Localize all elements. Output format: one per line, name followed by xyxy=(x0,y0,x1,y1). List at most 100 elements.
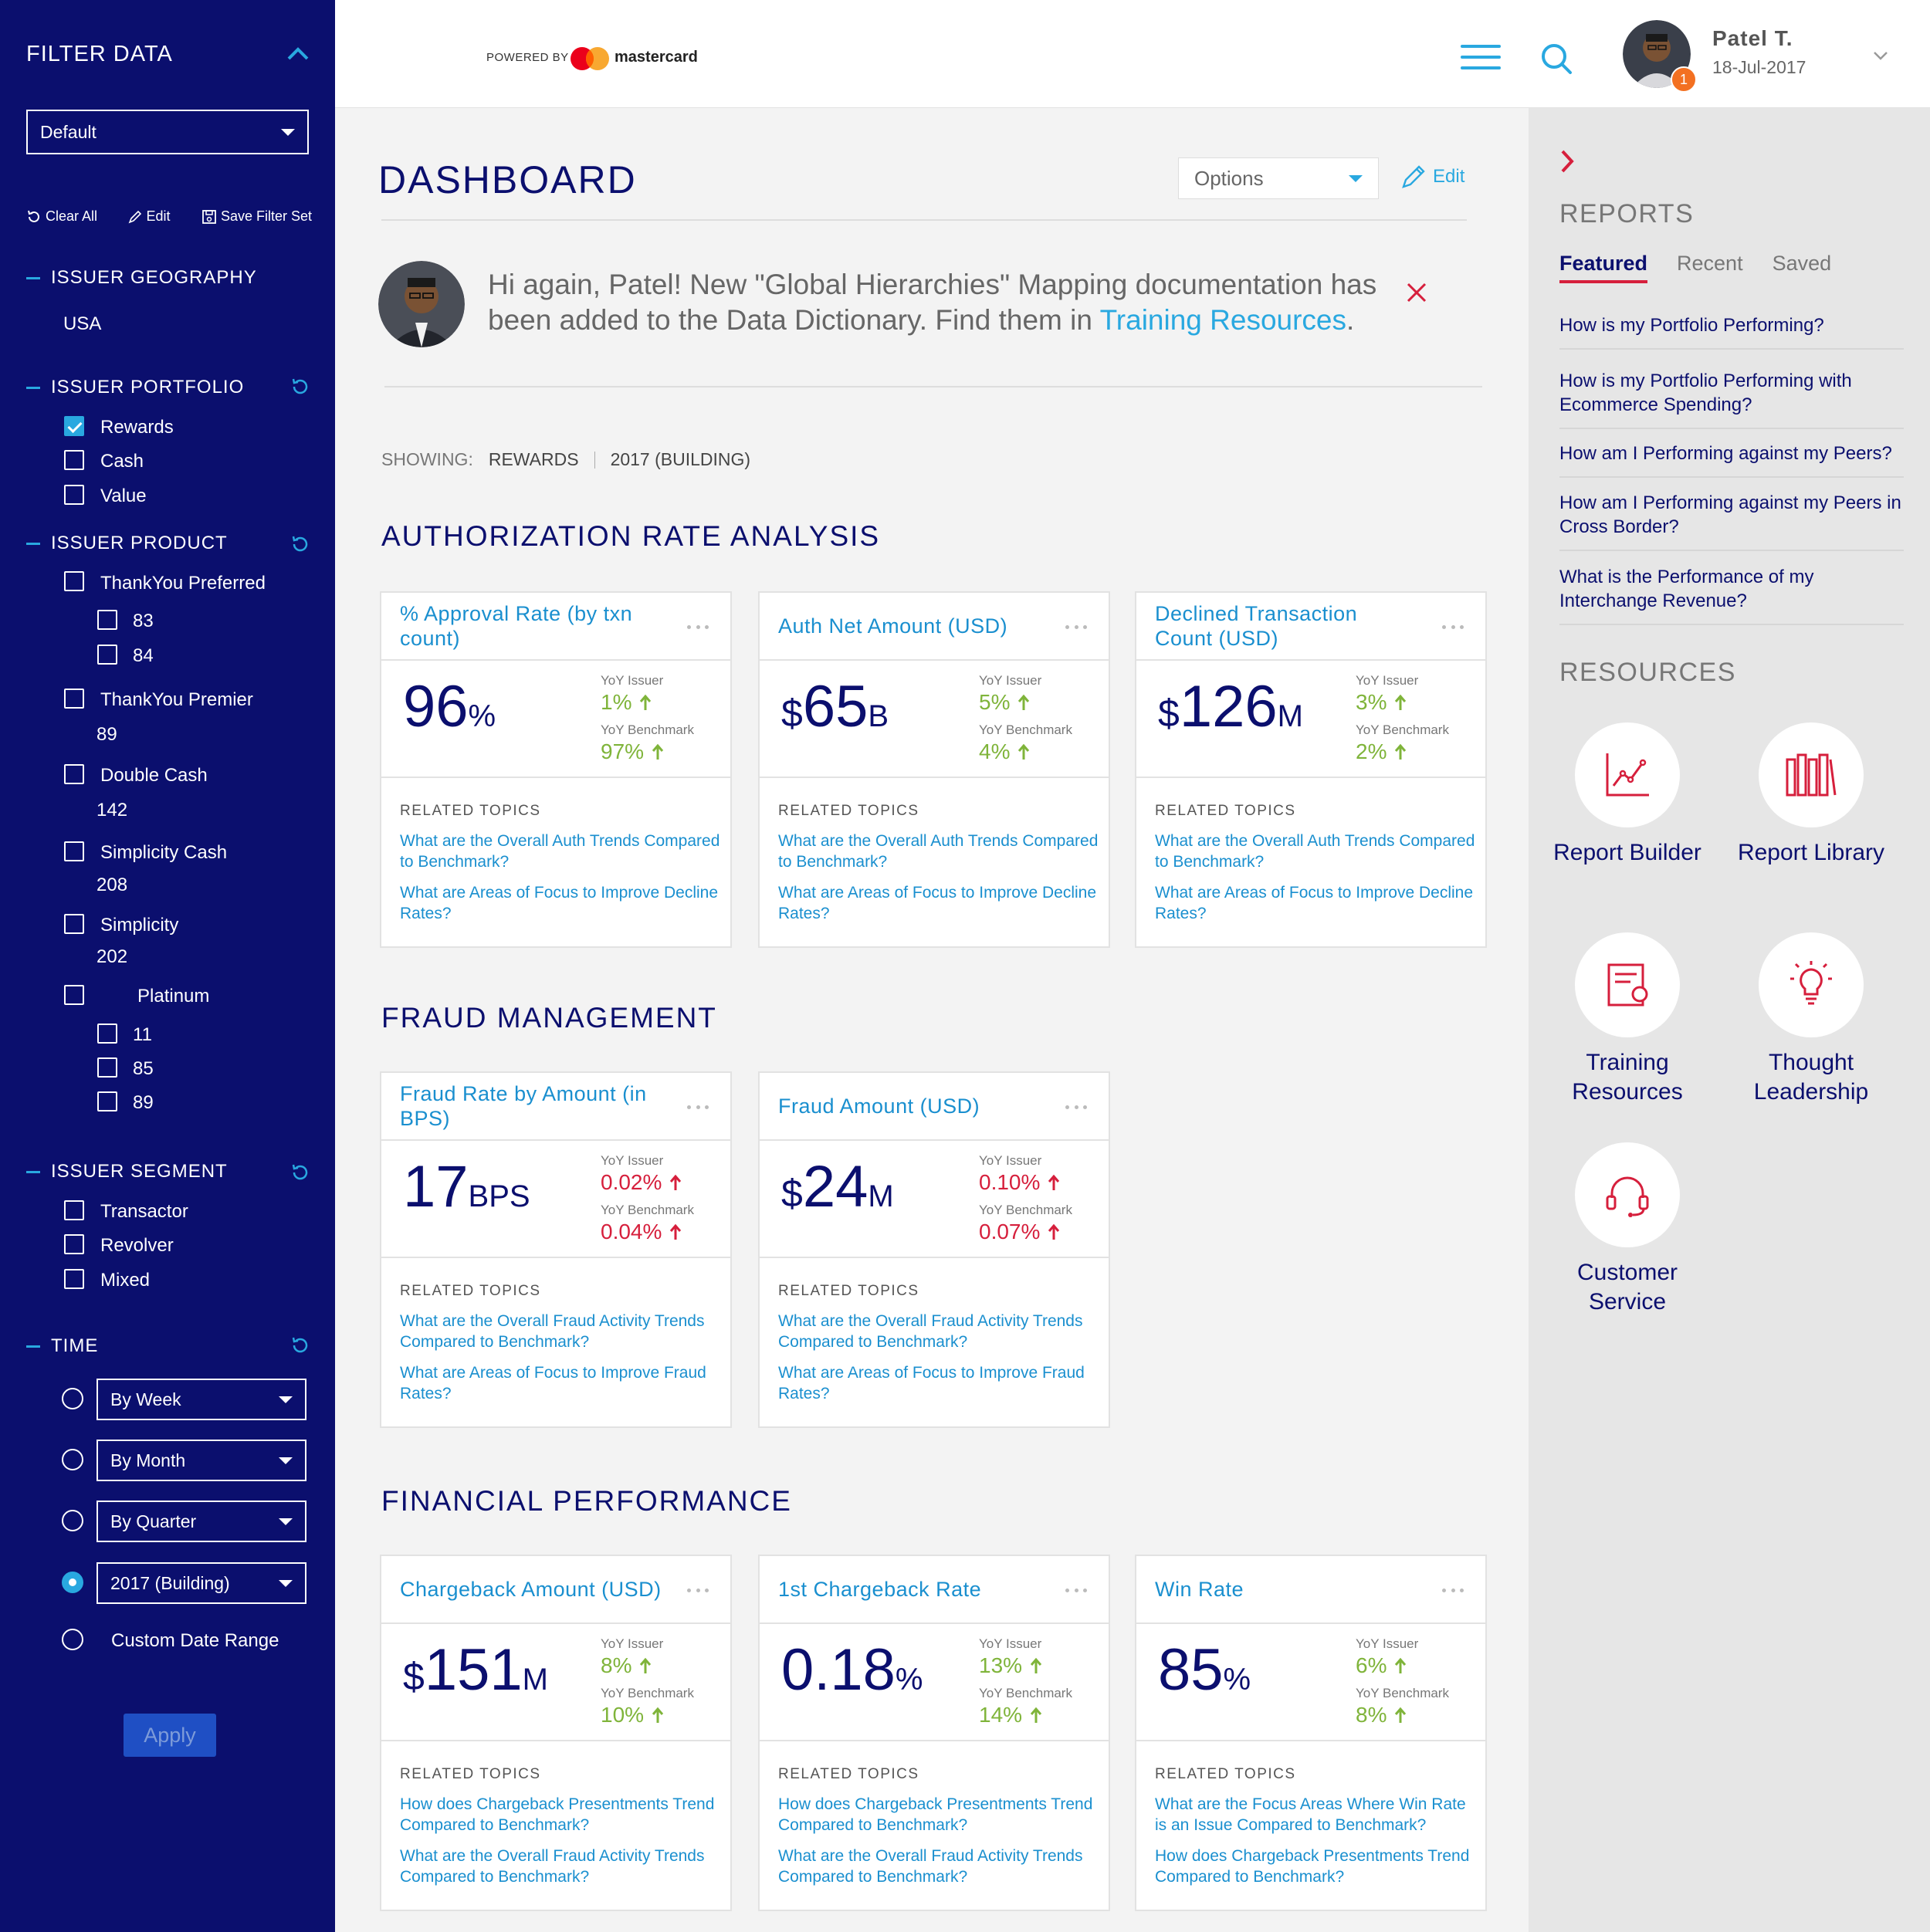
user-name[interactable]: Patel T. xyxy=(1712,26,1793,51)
training-resources-button[interactable] xyxy=(1575,932,1680,1037)
report-builder-label[interactable]: Report Builder xyxy=(1542,838,1712,868)
checkbox-product-11[interactable] xyxy=(97,1024,117,1044)
checkbox-mixed[interactable] xyxy=(64,1269,84,1289)
related-topic-link[interactable]: How does Chargeback Presentments Trend C… xyxy=(778,1794,1102,1836)
issuer-geography-heading[interactable]: ISSUER GEOGRAPHY xyxy=(26,267,257,289)
card-title[interactable]: % Approval Rate (by txn count) xyxy=(400,601,662,651)
tab-saved[interactable]: Saved xyxy=(1773,252,1832,283)
report-link[interactable]: What is the Performance of my Interchang… xyxy=(1559,565,1904,625)
notification-badge[interactable]: 1 xyxy=(1671,66,1697,93)
related-topic-link[interactable]: What are Areas of Focus to Improve Decli… xyxy=(1155,882,1479,924)
more-options-icon[interactable] xyxy=(687,1105,709,1110)
search-icon[interactable] xyxy=(1539,42,1573,76)
card-title[interactable]: Declined Transaction Count (USD) xyxy=(1155,601,1417,651)
issuer-portfolio-heading[interactable]: ISSUER PORTFOLIO xyxy=(26,377,244,398)
edit-dashboard-button[interactable]: Edit xyxy=(1400,164,1464,190)
more-options-icon[interactable] xyxy=(1442,625,1464,630)
chevron-up-icon[interactable] xyxy=(284,42,312,65)
thought-leadership-button[interactable] xyxy=(1759,932,1864,1037)
related-topic-link[interactable]: How does Chargeback Presentments Trend C… xyxy=(1155,1846,1479,1887)
apply-button[interactable]: Apply xyxy=(124,1714,216,1757)
edit-filter-button[interactable]: Edit xyxy=(128,208,171,225)
chevron-down-icon[interactable] xyxy=(1871,46,1890,65)
checkbox-rewards[interactable] xyxy=(64,416,84,436)
options-dropdown[interactable]: Options xyxy=(1178,157,1379,199)
more-options-icon[interactable] xyxy=(1065,1105,1087,1110)
checkbox-thankyou-premier[interactable] xyxy=(64,689,84,709)
year-select[interactable]: 2017 (Building) xyxy=(96,1562,306,1604)
by-quarter-select[interactable]: By Quarter xyxy=(96,1501,306,1542)
report-builder-button[interactable] xyxy=(1575,722,1680,827)
related-topic-link[interactable]: What are the Overall Auth Trends Compare… xyxy=(1155,831,1479,872)
related-topic-link[interactable]: What are Areas of Focus to Improve Decli… xyxy=(400,882,724,924)
related-topic-link[interactable]: What are Areas of Focus to Improve Fraud… xyxy=(400,1362,724,1404)
training-resources-link[interactable]: Training Resources xyxy=(1100,304,1346,336)
report-link[interactable]: How is my Portfolio Performing with Ecom… xyxy=(1559,369,1904,429)
checkbox-revolver[interactable] xyxy=(64,1234,84,1254)
checkbox-cash[interactable] xyxy=(64,450,84,470)
checkbox-platinum[interactable] xyxy=(64,985,84,1005)
checkbox-simplicity-cash[interactable] xyxy=(64,841,84,861)
by-month-select[interactable]: By Month xyxy=(96,1440,306,1481)
more-options-icon[interactable] xyxy=(1065,625,1087,630)
checkbox-thankyou-preferred[interactable] xyxy=(64,571,84,591)
checkbox-value[interactable] xyxy=(64,485,84,505)
related-topic-link[interactable]: What are Areas of Focus to Improve Fraud… xyxy=(778,1362,1102,1404)
more-options-icon[interactable] xyxy=(1442,1589,1464,1593)
by-week-select[interactable]: By Week xyxy=(96,1379,306,1420)
filter-preset-select[interactable]: Default xyxy=(26,110,309,154)
issuer-product-heading[interactable]: ISSUER PRODUCT xyxy=(26,533,228,554)
radio-by-month[interactable] xyxy=(62,1449,83,1470)
close-icon[interactable] xyxy=(1403,279,1430,306)
related-topic-link[interactable]: What are the Overall Auth Trends Compare… xyxy=(778,831,1102,872)
issuer-segment-heading[interactable]: ISSUER SEGMENT xyxy=(26,1161,228,1183)
radio-by-quarter[interactable] xyxy=(62,1510,83,1531)
report-link[interactable]: How am I Performing against my Peers? xyxy=(1559,442,1904,478)
clear-all-button[interactable]: Clear All xyxy=(26,208,97,225)
customer-service-label[interactable]: Customer Service xyxy=(1542,1258,1712,1317)
related-topic-link[interactable]: How does Chargeback Presentments Trend C… xyxy=(400,1794,724,1836)
checkbox-simplicity[interactable] xyxy=(64,914,84,934)
menu-icon[interactable] xyxy=(1461,45,1501,73)
related-topic-link[interactable]: What are the Overall Fraud Activity Tren… xyxy=(778,1311,1102,1352)
chevron-right-icon[interactable] xyxy=(1558,148,1576,174)
related-topic-link[interactable]: What are the Overall Fraud Activity Tren… xyxy=(400,1846,724,1887)
reset-icon[interactable] xyxy=(290,1335,310,1355)
report-library-button[interactable] xyxy=(1759,722,1864,827)
more-options-icon[interactable] xyxy=(687,625,709,630)
checkbox-product-89[interactable] xyxy=(97,1091,117,1111)
thought-leadership-label[interactable]: Thought Leadership xyxy=(1726,1048,1896,1107)
time-heading[interactable]: TIME xyxy=(26,1335,98,1357)
checkbox-product-83[interactable] xyxy=(97,610,117,630)
report-link[interactable]: How is my Portfolio Performing? xyxy=(1559,313,1904,350)
more-options-icon[interactable] xyxy=(1065,1589,1087,1593)
card-title[interactable]: Auth Net Amount (USD) xyxy=(778,614,1041,638)
report-library-label[interactable]: Report Library xyxy=(1726,838,1896,868)
radio-custom-date-range[interactable] xyxy=(62,1629,83,1650)
related-topic-link[interactable]: What are the Overall Fraud Activity Tren… xyxy=(778,1846,1102,1887)
card-title[interactable]: Fraud Amount (USD) xyxy=(778,1094,1041,1118)
checkbox-transactor[interactable] xyxy=(64,1200,84,1220)
checkbox-product-85[interactable] xyxy=(97,1057,117,1078)
card-title[interactable]: Chargeback Amount (USD) xyxy=(400,1577,662,1602)
checkbox-product-84[interactable] xyxy=(97,645,117,665)
card-title[interactable]: 1st Chargeback Rate xyxy=(778,1577,1041,1602)
reset-icon[interactable] xyxy=(290,1162,310,1183)
card-title[interactable]: Fraud Rate by Amount (in BPS) xyxy=(400,1081,662,1131)
related-topic-link[interactable]: What are the Overall Auth Trends Compare… xyxy=(400,831,724,872)
radio-2017-building[interactable] xyxy=(62,1572,83,1593)
report-link[interactable]: How am I Performing against my Peers in … xyxy=(1559,491,1904,551)
related-topic-link[interactable]: What are the Overall Fraud Activity Tren… xyxy=(400,1311,724,1352)
reset-icon[interactable] xyxy=(290,534,310,554)
reset-icon[interactable] xyxy=(290,377,310,397)
tab-featured[interactable]: Featured xyxy=(1559,252,1648,283)
card-title[interactable]: Win Rate xyxy=(1155,1577,1417,1602)
tab-recent[interactable]: Recent xyxy=(1677,252,1743,283)
training-resources-label[interactable]: Training Resources xyxy=(1542,1048,1712,1107)
radio-by-week[interactable] xyxy=(62,1388,83,1409)
related-topic-link[interactable]: What are Areas of Focus to Improve Decli… xyxy=(778,882,1102,924)
more-options-icon[interactable] xyxy=(687,1589,709,1593)
checkbox-double-cash[interactable] xyxy=(64,764,84,784)
save-filter-set-button[interactable]: Save Filter Set xyxy=(201,208,312,225)
customer-service-button[interactable] xyxy=(1575,1142,1680,1247)
